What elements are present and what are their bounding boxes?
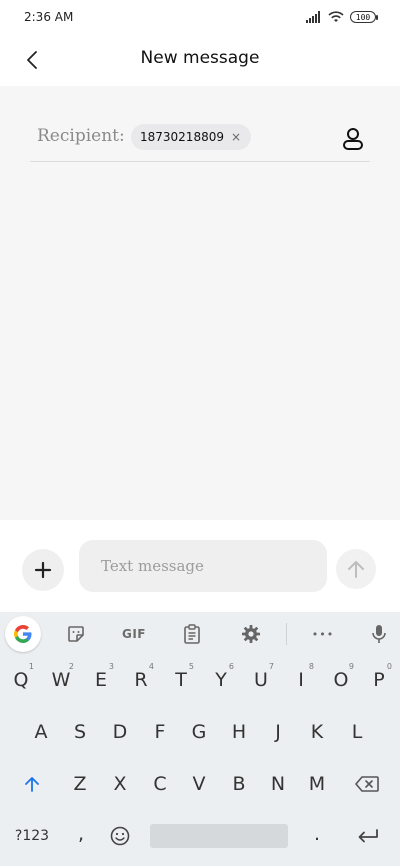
key-m[interactable]: M bbox=[298, 764, 336, 804]
gif-button[interactable]: GIF bbox=[116, 618, 152, 650]
sticker-button[interactable] bbox=[58, 618, 94, 650]
key-e[interactable]: E3 bbox=[82, 660, 120, 700]
gear-icon bbox=[242, 625, 260, 643]
key-u[interactable]: U7 bbox=[242, 660, 280, 700]
status-time: 2:36 AM bbox=[24, 10, 74, 24]
status-bar: 2:36 AM 100 bbox=[0, 0, 400, 34]
add-contact-button[interactable] bbox=[336, 122, 370, 156]
voice-input-button[interactable] bbox=[361, 618, 397, 650]
status-icons: 100 bbox=[306, 9, 378, 25]
key-c[interactable]: C bbox=[141, 764, 179, 804]
clipboard-button[interactable] bbox=[174, 618, 210, 650]
period-key[interactable]: . bbox=[298, 814, 336, 854]
key-a[interactable]: A bbox=[22, 712, 60, 752]
key-t[interactable]: T5 bbox=[162, 660, 200, 700]
wifi-icon bbox=[328, 11, 344, 22]
page-title: New message bbox=[140, 48, 260, 68]
google-g-icon bbox=[14, 625, 32, 643]
key-n[interactable]: N bbox=[259, 764, 297, 804]
key-j[interactable]: J bbox=[259, 712, 297, 752]
signal-icon bbox=[306, 11, 320, 23]
toolbar-divider bbox=[286, 623, 287, 645]
recipient-chip-number: 18730218809 bbox=[140, 130, 224, 144]
key-g[interactable]: G bbox=[180, 712, 218, 752]
sticker-icon bbox=[68, 626, 84, 642]
more-icon: ••• bbox=[311, 627, 335, 641]
comma-key[interactable]: , bbox=[62, 814, 100, 854]
recipient-chip[interactable]: 18730218809 × bbox=[131, 124, 252, 150]
key-k[interactable]: K bbox=[298, 712, 336, 752]
shift-key[interactable] bbox=[12, 764, 52, 804]
arrow-up-icon bbox=[348, 561, 364, 578]
key-p[interactable]: P0 bbox=[360, 660, 398, 700]
backspace-icon bbox=[355, 776, 379, 792]
key-y[interactable]: Y6 bbox=[202, 660, 240, 700]
battery-indicator: 100 bbox=[350, 11, 378, 23]
space-key[interactable] bbox=[150, 824, 288, 848]
key-d[interactable]: D bbox=[101, 712, 139, 752]
key-l[interactable]: L bbox=[338, 712, 376, 752]
person-icon bbox=[343, 128, 363, 150]
smiley-icon bbox=[110, 826, 130, 846]
symbols-key[interactable]: ?123 bbox=[8, 816, 56, 856]
key-h[interactable]: H bbox=[220, 712, 258, 752]
clipboard-icon bbox=[184, 624, 200, 644]
backspace-key[interactable] bbox=[346, 764, 388, 804]
key-r[interactable]: R4 bbox=[122, 660, 160, 700]
emoji-key[interactable] bbox=[101, 816, 139, 856]
key-s[interactable]: S bbox=[61, 712, 99, 752]
chip-remove-button[interactable]: × bbox=[231, 130, 241, 144]
google-icon[interactable] bbox=[5, 616, 41, 652]
settings-button[interactable] bbox=[233, 618, 269, 650]
recipient-label: Recipient: bbox=[37, 126, 125, 146]
key-v[interactable]: V bbox=[180, 764, 218, 804]
more-button[interactable]: ••• bbox=[305, 618, 341, 650]
key-i[interactable]: I8 bbox=[282, 660, 320, 700]
key-x[interactable]: X bbox=[101, 764, 139, 804]
return-icon bbox=[358, 829, 378, 843]
header: New message bbox=[0, 34, 400, 86]
send-button[interactable] bbox=[336, 549, 376, 589]
gif-label: GIF bbox=[121, 627, 146, 641]
arrow-up-icon bbox=[25, 777, 39, 792]
key-f[interactable]: F bbox=[141, 712, 179, 752]
microphone-icon bbox=[372, 625, 386, 643]
key-w[interactable]: W2 bbox=[42, 660, 80, 700]
composer-bar bbox=[0, 520, 400, 612]
key-b[interactable]: B bbox=[220, 764, 258, 804]
key-o[interactable]: O9 bbox=[322, 660, 360, 700]
enter-key[interactable] bbox=[347, 816, 389, 856]
key-z[interactable]: Z bbox=[61, 764, 99, 804]
plus-icon bbox=[34, 561, 52, 579]
message-body-area: Recipient: 18730218809 × bbox=[0, 86, 400, 520]
attach-button[interactable] bbox=[22, 549, 64, 591]
key-q[interactable]: Q1 bbox=[2, 660, 40, 700]
keyboard: GIF ••• Q 1 W 2 E 3 R 4 T 5 Y 6 U 7 I 8 … bbox=[0, 612, 400, 866]
recipient-row: Recipient: 18730218809 × bbox=[30, 116, 370, 162]
keyboard-toolbar: GIF ••• bbox=[0, 612, 400, 656]
message-input[interactable] bbox=[79, 540, 327, 592]
